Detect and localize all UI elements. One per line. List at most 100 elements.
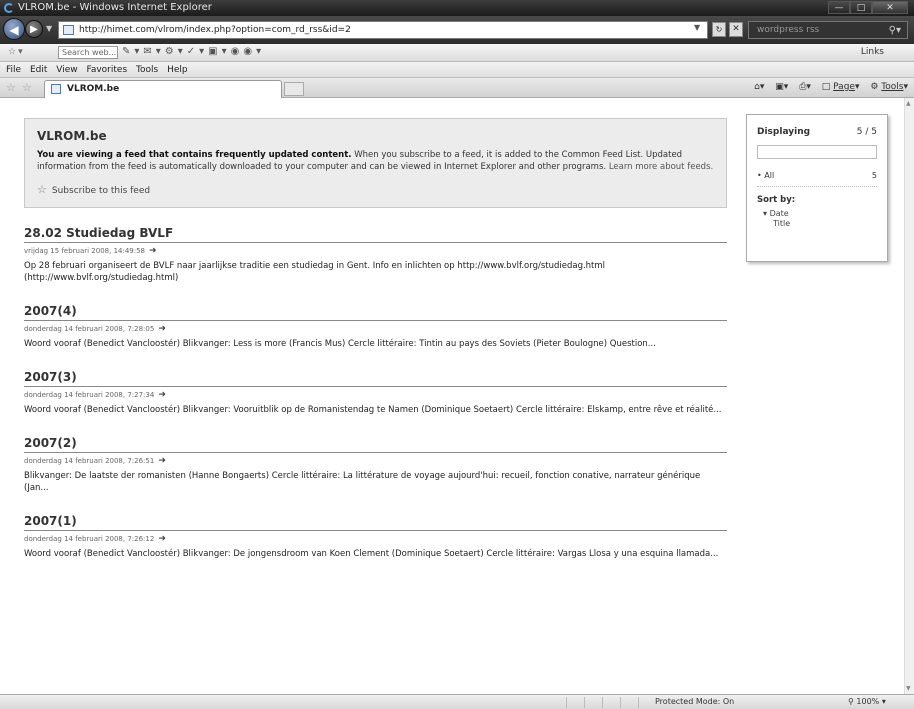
vertical-scrollbar[interactable]: ▲ ▼ [904,98,914,694]
back-button[interactable]: ◀ [3,18,25,40]
window-title-bar: VLROM.be - Windows Internet Explorer — □… [0,0,914,16]
item-title[interactable]: 28.02 Studiedag BVLF [24,226,727,243]
go-arrow-icon[interactable]: ➜ [158,390,166,400]
zoom-icon: ⚲ [848,697,854,706]
feed-item: 2007(2) donderdag 14 februari 2008, 7:26… [24,436,727,494]
filter-panel: Displaying 5 / 5 • All 5 Sort by: ▾ Date… [746,114,888,262]
item-body: Woord vooraf (Benedict Vancloostér) Blik… [24,549,719,559]
all-count: 5 [871,171,877,180]
tab-page-icon [51,84,61,94]
feed-header: VLROM.be You are viewing a feed that con… [24,118,727,208]
tools-menu-button[interactable]: ⚙ Tools▾ [870,82,908,92]
print-icon[interactable]: ⎙▾ [799,82,811,92]
scroll-up-icon[interactable]: ▲ [906,100,911,107]
item-body: Op 28 februari organiseert de BVLF naar … [24,261,606,283]
go-arrow-icon[interactable]: ➜ [149,246,157,256]
stop-button[interactable]: ✕ [729,22,743,37]
item-body: Blikvanger: De laatste der romanisten (H… [24,471,701,493]
address-dropdown-icon[interactable]: ▼ [694,23,700,32]
scroll-down-icon[interactable]: ▼ [906,685,911,692]
home-icon[interactable]: ⌂▾ [754,82,764,92]
page-menu-button[interactable]: □ Page▾ [822,82,860,92]
favorites-center-icon[interactable]: ☆ [6,81,16,94]
filter-search-input[interactable] [757,145,877,159]
subscribe-link[interactable]: ☆ Subscribe to this feed [37,183,716,196]
feeds-icon[interactable]: ▣▾ [775,82,788,92]
protected-mode-status[interactable]: Protected Mode: On [655,697,734,706]
toolbar-buttons[interactable]: ✎▾✉▾⚙▾✓▾▣▾◉◉▾ [122,46,265,57]
address-bar-area: ◀ ▶ ▼ http://himet.com/vlrom/index.php?o… [0,16,914,44]
item-date: donderdag 14 februari 2008, 7:27:34 ➜ [24,390,166,400]
window-controls: — □ ✕ [828,1,908,15]
forward-button[interactable]: ▶ [25,20,43,38]
refresh-button[interactable]: ↻ [712,22,726,37]
ie-logo-icon [4,3,14,13]
item-title[interactable]: 2007(4) [24,304,727,321]
item-date: donderdag 14 februari 2008, 7:28:05 ➜ [24,324,166,334]
url-field[interactable]: http://himet.com/vlrom/index.php?option=… [58,21,708,39]
feed-item: 28.02 Studiedag BVLF vrijdag 15 februari… [24,226,727,284]
tab-title: VLROM.be [67,84,120,94]
toolbar-options-icon[interactable]: ☆▾ [8,47,25,57]
displaying-label: Displaying [757,127,811,137]
displaying-row: Displaying 5 / 5 [757,127,877,137]
item-date: donderdag 14 februari 2008, 7:26:51 ➜ [24,456,166,466]
menu-favorites[interactable]: Favorites [86,62,127,78]
links-button[interactable]: Links [861,47,884,57]
search-icon[interactable]: ⚲▾ [889,23,901,39]
item-body: Woord vooraf (Benedict Vancloostér) Blik… [24,339,656,349]
status-divider [638,697,639,708]
menu-view[interactable]: View [56,62,77,78]
sort-title[interactable]: Title [773,219,877,228]
go-arrow-icon[interactable]: ➜ [158,534,166,544]
tab-vlrom[interactable]: VLROM.be [44,80,282,98]
subscribe-label: Subscribe to this feed [51,186,151,196]
status-divider [566,697,567,708]
item-title[interactable]: 2007(3) [24,370,727,387]
item-title[interactable]: 2007(2) [24,436,727,453]
sort-by-label: Sort by: [757,195,796,205]
menu-file[interactable]: File [6,62,21,78]
search-field[interactable]: wordpress rss ⚲▾ [748,21,908,39]
feed-item: 2007(3) donderdag 14 februari 2008, 7:27… [24,370,727,416]
item-date: vrijdag 15 februari 2008, 14:49:58 ➜ [24,246,157,256]
new-tab-button[interactable] [284,82,304,96]
go-arrow-icon[interactable]: ➜ [158,456,166,466]
learn-more-link[interactable]: Learn more about feeds. [609,162,713,172]
maximize-button[interactable]: □ [850,1,872,14]
url-text: http://himet.com/vlrom/index.php?option=… [79,25,351,35]
window-title: VLROM.be - Windows Internet Explorer [18,2,212,13]
feed-item: 2007(1) donderdag 14 februari 2008, 7:26… [24,514,727,560]
item-title[interactable]: 2007(1) [24,514,727,531]
status-divider [620,697,621,708]
minimize-button[interactable]: — [828,1,850,14]
menu-bar: File Edit View Favorites Tools Help [0,62,914,78]
filter-all[interactable]: • All 5 [757,171,877,187]
menu-tools[interactable]: Tools [136,62,158,78]
go-arrow-icon[interactable]: ➜ [158,324,166,334]
toolbar: ☆▾ Search web... ✎▾✉▾⚙▾✓▾▣▾◉◉▾ Links [0,44,914,62]
feed-intro-bold: You are viewing a feed that contains fre… [37,150,352,160]
menu-help[interactable]: Help [167,62,188,78]
status-divider [584,697,585,708]
command-bar: ⌂▾ ▣▾ ⎙▾ □ Page▾ ⚙ Tools▾ [746,82,908,92]
subscribe-star-icon: ☆ [37,183,47,196]
search-text: wordpress rss [757,25,820,35]
item-body: Woord vooraf (Benedict Vancloostér) Blik… [24,405,722,415]
menu-edit[interactable]: Edit [30,62,47,78]
feed-title: VLROM.be [37,129,107,143]
item-date: donderdag 14 februari 2008, 7:26:12 ➜ [24,534,166,544]
add-favorites-icon[interactable]: ☆ [22,81,32,94]
status-bar: Protected Mode: On ⚲ 100% ▾ [0,694,914,709]
close-button[interactable]: ✕ [872,1,908,14]
zoom-level[interactable]: ⚲ 100% ▾ [848,697,886,706]
status-divider [602,697,603,708]
sort-date[interactable]: ▾ Date [763,209,877,218]
feed-description: You are viewing a feed that contains fre… [37,149,717,173]
displaying-count: 5 / 5 [856,127,877,137]
toolbar-search-input[interactable]: Search web... [58,46,118,59]
feed-item: 2007(4) donderdag 14 februari 2008, 7:28… [24,304,727,350]
recent-pages-dropdown-icon[interactable]: ▼ [46,24,52,33]
feed-items: 28.02 Studiedag BVLF vrijdag 15 februari… [24,226,727,580]
page-icon [63,25,74,35]
